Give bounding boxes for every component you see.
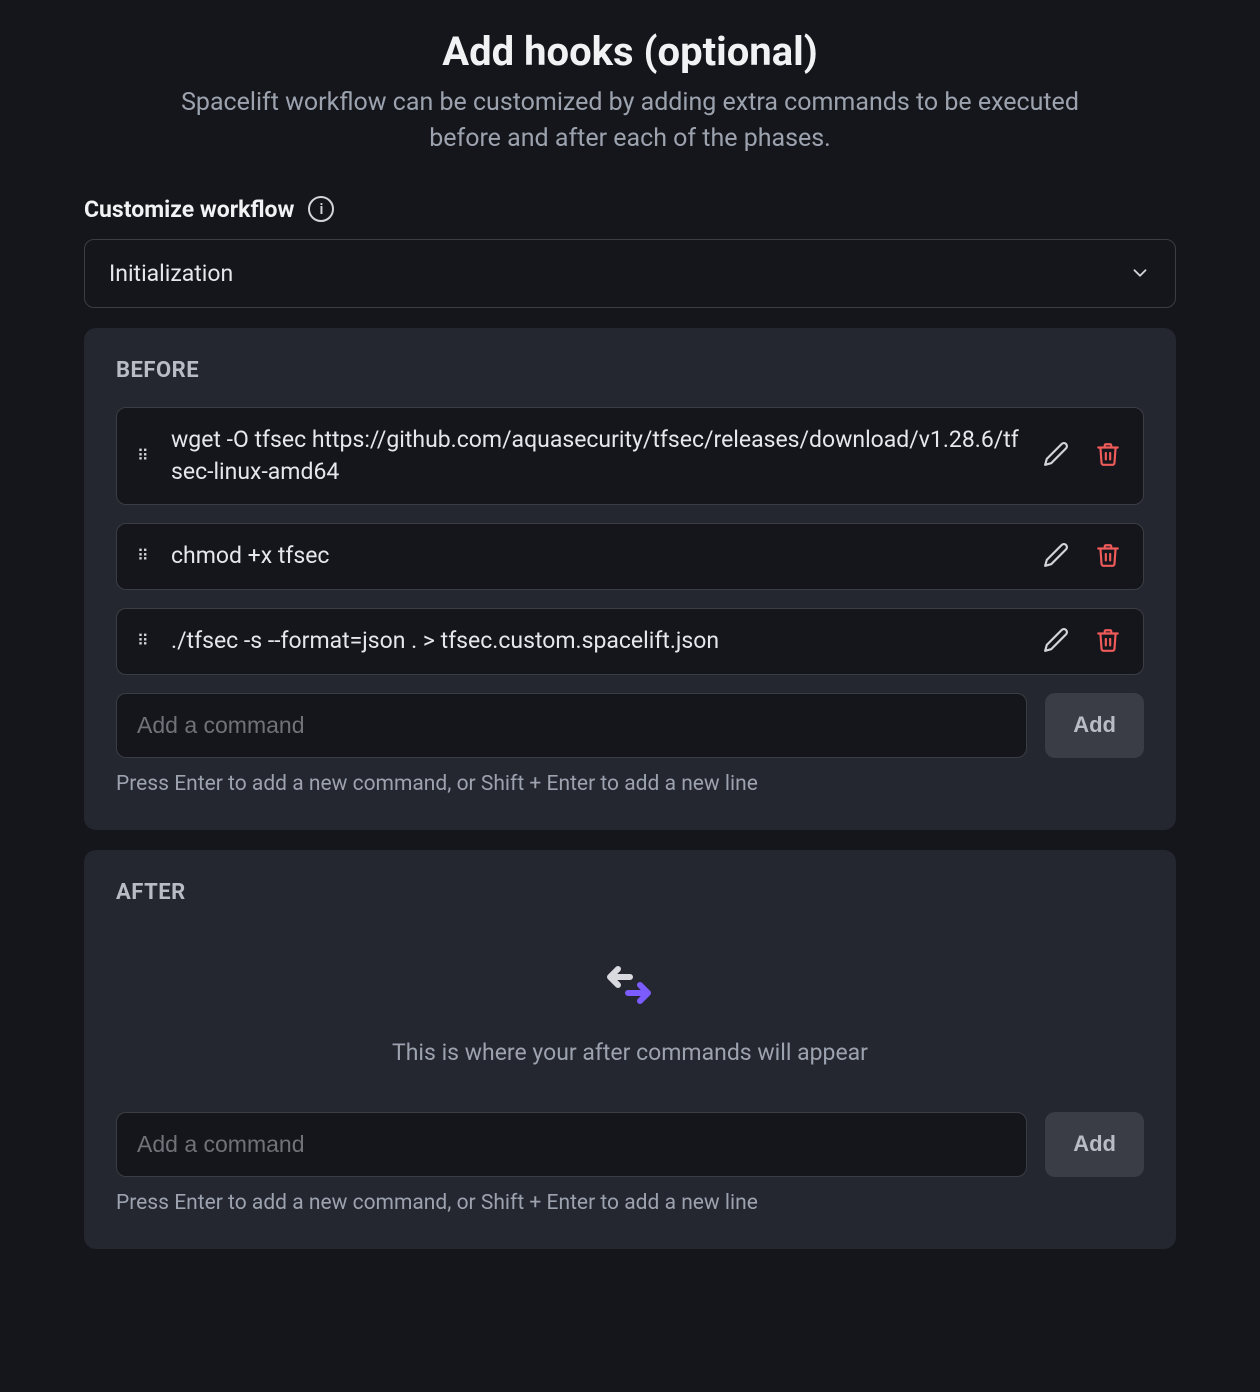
before-hint: Press Enter to add a new command, or Shi… — [116, 772, 1144, 796]
phase-select-value: Initialization — [109, 260, 233, 287]
delete-button[interactable] — [1093, 540, 1123, 573]
swap-arrows-icon — [600, 965, 660, 1005]
edit-button[interactable] — [1041, 540, 1071, 573]
before-command-input[interactable] — [116, 693, 1027, 758]
edit-button[interactable] — [1041, 625, 1071, 658]
after-hint: Press Enter to add a new command, or Shi… — [116, 1191, 1144, 1215]
page-subtitle: Spacelift workflow can be customized by … — [170, 85, 1090, 158]
before-panel: BEFORE wget -O tfsec https://github.com/… — [84, 328, 1176, 830]
after-command-input[interactable] — [116, 1112, 1027, 1177]
command-text: wget -O tfsec https://github.com/aquasec… — [171, 424, 1023, 488]
drag-handle-icon[interactable] — [137, 633, 153, 649]
after-title: AFTER — [116, 880, 1144, 905]
command-text: ./tfsec -s --format=json . > tfsec.custo… — [171, 625, 1023, 657]
command-row: chmod +x tfsec — [116, 523, 1144, 590]
after-panel: AFTER This is where your after commands … — [84, 850, 1176, 1249]
drag-handle-icon[interactable] — [137, 448, 153, 464]
command-row: wget -O tfsec https://github.com/aquasec… — [116, 407, 1144, 505]
page-title: Add hooks (optional) — [84, 28, 1176, 75]
delete-button[interactable] — [1093, 439, 1123, 472]
command-text: chmod +x tfsec — [171, 540, 1023, 572]
info-icon[interactable]: i — [308, 196, 334, 222]
delete-button[interactable] — [1093, 625, 1123, 658]
customize-workflow-label: Customize workflow — [84, 196, 294, 223]
before-title: BEFORE — [116, 358, 1144, 383]
phase-select[interactable]: Initialization — [84, 239, 1176, 308]
drag-handle-icon[interactable] — [137, 548, 153, 564]
edit-button[interactable] — [1041, 439, 1071, 472]
chevron-down-icon — [1129, 262, 1151, 284]
after-empty-text: This is where your after commands will a… — [116, 1039, 1144, 1066]
command-row: ./tfsec -s --format=json . > tfsec.custo… — [116, 608, 1144, 675]
after-add-button[interactable]: Add — [1045, 1112, 1144, 1177]
before-add-button[interactable]: Add — [1045, 693, 1144, 758]
